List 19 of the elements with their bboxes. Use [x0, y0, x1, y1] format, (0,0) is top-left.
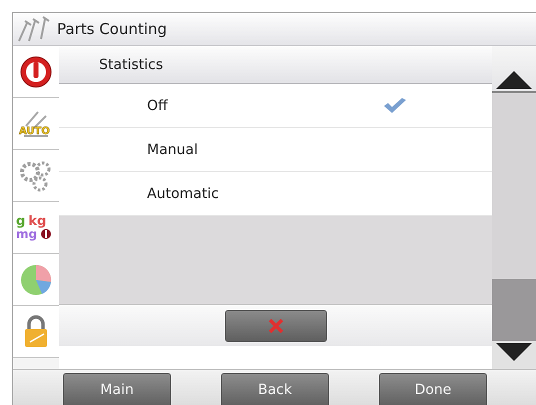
power-icon	[40, 228, 52, 240]
unit-label: mg	[16, 228, 38, 240]
dialog-title: Statistics	[59, 46, 492, 84]
footer-button[interactable]: Back	[221, 373, 329, 405]
footer-button[interactable]: Main	[63, 373, 171, 405]
scroll-up-arrow[interactable]	[494, 69, 534, 91]
option-item[interactable]: Manual	[59, 128, 492, 172]
footer-button[interactable]: Done	[379, 373, 487, 405]
option-item[interactable]: Automatic	[59, 172, 492, 216]
unit-label: g	[16, 214, 26, 228]
auto-label: AUTO	[19, 126, 50, 137]
scroll-down-arrow[interactable]	[494, 341, 534, 363]
power-icon[interactable]	[18, 54, 54, 90]
scroll-thumb[interactable]	[492, 279, 536, 341]
option-item[interactable]: Off	[59, 84, 492, 128]
screen-title: Parts Counting	[57, 20, 167, 38]
close-icon	[268, 318, 284, 332]
cancel-button[interactable]	[224, 310, 326, 342]
unit-label: kg	[28, 214, 46, 228]
